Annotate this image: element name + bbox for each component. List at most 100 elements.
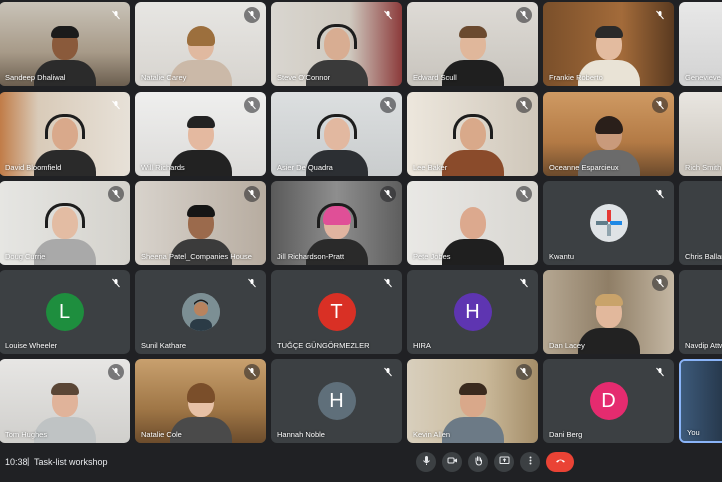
participant-tile[interactable]: Natalie Cole [135, 359, 266, 443]
mic-off-icon [108, 7, 124, 23]
present-screen-icon [499, 453, 510, 471]
mic-off-icon [108, 364, 124, 380]
mic-off-icon [244, 186, 260, 202]
avatar: H [453, 293, 492, 331]
raise-hand-icon [473, 453, 484, 471]
mic-off-icon [244, 97, 260, 113]
participant-name: HIRA [413, 341, 431, 350]
participant-name: You [687, 428, 700, 437]
mic-off-icon [380, 186, 396, 202]
participant-tile[interactable]: Kevin Allen [407, 359, 538, 443]
participant-tile[interactable]: Steve O'Connor [271, 2, 402, 86]
participant-name: Navdip Attwal [685, 341, 722, 350]
mic-off-icon [244, 275, 260, 291]
meeting-window: Sandeep Dhaliwal Natalie Carey Steve O'C… [0, 0, 722, 482]
participant-name: Pete Jobes [413, 252, 451, 261]
avatar: T [317, 293, 356, 331]
present-screen-button[interactable] [494, 452, 514, 472]
participant-tile[interactable]: Kwantu [543, 181, 674, 265]
participant-tile[interactable]: T TUĞÇE GÜNGÖRMEZLER [271, 270, 402, 354]
participant-name: Lee Baker [413, 163, 448, 172]
participant-tile[interactable]: Tom Hughes [0, 359, 130, 443]
participant-tile[interactable]: Frankie Roberto [543, 2, 674, 86]
participant-tile[interactable]: L Louise Wheeler [0, 270, 130, 354]
mic-off-icon [652, 186, 668, 202]
participant-tile[interactable]: Navdip Attwal [679, 270, 722, 354]
mic-off-icon [516, 7, 532, 23]
end-call-button[interactable] [546, 452, 574, 472]
avatar: D [589, 382, 628, 420]
participant-name: Natalie Cole [141, 430, 182, 439]
participant-name: Frankie Roberto [549, 73, 603, 82]
mic-off-icon [380, 364, 396, 380]
mic-off-icon [652, 275, 668, 291]
mic-off-icon [108, 186, 124, 202]
avatar [181, 293, 220, 331]
camera-icon [447, 453, 458, 471]
participant-tile[interactable]: H Hannah Noble [271, 359, 402, 443]
participant-tile[interactable]: Will Richards [135, 92, 266, 176]
meeting-title: Task-list workshop [34, 457, 108, 467]
participant-name: Steve O'Connor [277, 73, 331, 82]
participant-tile[interactable]: H HIRA [407, 270, 538, 354]
raise-hand-button[interactable] [468, 452, 488, 472]
participant-tile[interactable]: Lee Baker [407, 92, 538, 176]
participant-tile[interactable]: Genevieve [679, 2, 722, 86]
participant-tile[interactable]: Sunil Kathare [135, 270, 266, 354]
participant-grid: Sandeep Dhaliwal Natalie Carey Steve O'C… [0, 0, 722, 444]
participant-tile[interactable]: Edward Scull [407, 2, 538, 86]
participant-tile[interactable]: Dan Lacey [543, 270, 674, 354]
participant-name: Asier De Quadra [277, 163, 333, 172]
mic-off-icon [380, 7, 396, 23]
mic-off-icon [516, 186, 532, 202]
mic-off-icon [244, 7, 260, 23]
end-call-icon [555, 453, 566, 471]
participant-tile[interactable]: Doug Currie [0, 181, 130, 265]
participant-name: Rich Smith [685, 163, 722, 172]
participant-name: Sheena Patel_Companies House [141, 252, 252, 261]
participant-tile[interactable]: David Bloomfield [0, 92, 130, 176]
self-view-tile[interactable]: You [679, 359, 722, 443]
participant-name: Chris Ballantine [685, 252, 722, 261]
participant-name: Dan Lacey [549, 341, 585, 350]
participant-name: Oceanne Esparcieux [549, 163, 619, 172]
mic-off-icon [380, 275, 396, 291]
participant-name: Jill Richardson-Pratt [277, 252, 345, 261]
participant-name: David Bloomfield [5, 163, 62, 172]
participant-name: Dani Berg [549, 430, 583, 439]
participant-tile[interactable]: Chris Ballantine [679, 181, 722, 265]
participant-name: Will Richards [141, 163, 185, 172]
camera-button[interactable] [442, 452, 462, 472]
mic-off-icon [516, 97, 532, 113]
participant-tile[interactable]: D Dani Berg [543, 359, 674, 443]
meeting-clock: 10:38 [5, 457, 28, 467]
microphone-button[interactable] [416, 452, 436, 472]
participant-tile[interactable]: Sandeep Dhaliwal [0, 2, 130, 86]
mic-off-icon [652, 97, 668, 113]
participant-name: Edward Scull [413, 73, 457, 82]
mic-off-icon [516, 364, 532, 380]
participant-tile[interactable]: Rich Smith [679, 92, 722, 176]
participant-name: Kwantu [549, 252, 575, 261]
avatar: H [317, 382, 356, 420]
microphone-icon [421, 453, 432, 471]
participant-tile[interactable]: Asier De Quadra [271, 92, 402, 176]
more-options-button[interactable] [520, 452, 540, 472]
participant-tile[interactable]: Pete Jobes [407, 181, 538, 265]
kwantu-logo-icon [589, 204, 628, 242]
participant-tile[interactable]: Sheena Patel_Companies House [135, 181, 266, 265]
participant-tile[interactable]: Natalie Carey [135, 2, 266, 86]
participant-name: Hannah Noble [277, 430, 325, 439]
participant-name: Sandeep Dhaliwal [5, 73, 66, 82]
mic-off-icon [652, 7, 668, 23]
participant-name: Louise Wheeler [5, 341, 58, 350]
participant-tile[interactable]: Jill Richardson-Pratt [271, 181, 402, 265]
mic-off-icon [244, 364, 260, 380]
participant-tile[interactable]: Oceanne Esparcieux [543, 92, 674, 176]
mic-off-icon [380, 97, 396, 113]
participant-name: Kevin Allen [413, 430, 451, 439]
mic-off-icon [516, 275, 532, 291]
participant-name: Doug Currie [5, 252, 46, 261]
more-options-icon [525, 453, 536, 471]
participant-name: Sunil Kathare [141, 341, 187, 350]
